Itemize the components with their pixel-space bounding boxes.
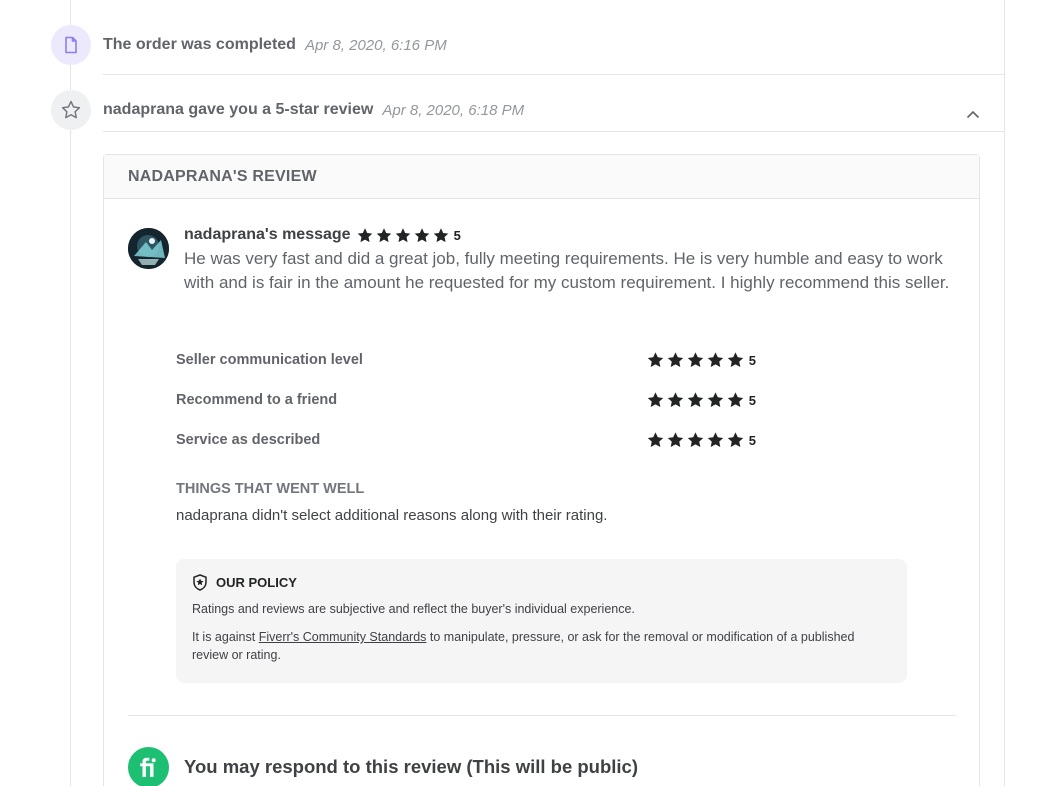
chevron-up-icon (966, 110, 980, 118)
review-card: NADAPRANA'S REVIEW nadaprana's message 5… (103, 154, 980, 786)
star-icon (414, 227, 429, 242)
rating-score: 5 (748, 392, 756, 408)
star-icon (667, 432, 683, 447)
rating-stars: 5 (646, 391, 756, 409)
policy-text: It is against Fiverr's Community Standar… (192, 628, 891, 664)
review-message-header: nadaprana's message 5 (184, 226, 461, 244)
rating-score: 5 (748, 352, 756, 368)
star-icon (707, 392, 723, 407)
star-outline-icon (51, 90, 91, 130)
avatar[interactable] (128, 228, 169, 269)
star-icon (687, 352, 703, 367)
star-icon (687, 432, 703, 447)
event-divider (103, 74, 1004, 75)
overall-stars (356, 227, 450, 244)
rating-label: Seller communication level (176, 352, 363, 368)
event-review-received: nadaprana gave you a 5-star review Apr 8… (51, 90, 524, 130)
event-order-completed: The order was completed Apr 8, 2020, 6:1… (51, 25, 447, 65)
rating-row-recommend: Recommend to a friend 5 (176, 391, 756, 409)
shield-star-icon (193, 574, 207, 591)
star-icon (395, 227, 410, 242)
respond-title: You may respond to this review (This wil… (184, 756, 638, 777)
event-title: The order was completed (103, 36, 296, 53)
star-icon (376, 227, 391, 242)
rating-row-service: Service as described 5 (176, 431, 756, 449)
review-author: nadaprana's message (184, 226, 351, 243)
went-well-text: nadaprana didn't select additional reaso… (176, 507, 608, 524)
went-well-title: THINGS THAT WENT WELL (176, 481, 365, 497)
star-icon (667, 392, 683, 407)
star-icon (727, 352, 743, 367)
policy-title: OUR POLICY (216, 575, 297, 590)
community-standards-link[interactable]: Fiverr's Community Standards (259, 630, 427, 644)
policy-box: OUR POLICY Ratings and reviews are subje… (176, 559, 907, 683)
rating-stars: 5 (646, 431, 756, 449)
fiverr-logo-icon (139, 757, 156, 777)
collapse-review-button[interactable] (962, 104, 984, 124)
event-title: nadaprana gave you a 5-star review (103, 101, 374, 118)
review-card-header: NADAPRANA'S REVIEW (104, 155, 979, 199)
document-icon (51, 25, 91, 65)
overall-score: 5 (453, 227, 461, 243)
rating-score: 5 (748, 432, 756, 448)
policy-header: OUR POLICY (192, 574, 891, 591)
card-divider (128, 715, 956, 716)
star-icon (357, 227, 372, 242)
event-time: Apr 8, 2020, 6:16 PM (304, 36, 447, 54)
event-divider (103, 131, 1004, 132)
fiverr-logo (128, 747, 169, 786)
star-icon (707, 432, 723, 447)
policy-text-part: It is against (192, 630, 259, 644)
panel-border (1004, 0, 1005, 786)
policy-text: Ratings and reviews are subjective and r… (192, 602, 635, 616)
review-card-title: NADAPRANA'S REVIEW (128, 167, 317, 185)
star-icon (647, 352, 663, 367)
star-icon (687, 392, 703, 407)
rating-row-communication: Seller communication level 5 (176, 351, 756, 369)
rating-stars: 5 (646, 351, 756, 369)
star-icon (647, 392, 663, 407)
event-time: Apr 8, 2020, 6:18 PM (382, 101, 525, 119)
star-icon (727, 432, 743, 447)
star-icon (647, 432, 663, 447)
rating-label: Service as described (176, 432, 321, 448)
star-icon (433, 227, 448, 242)
star-icon (667, 352, 683, 367)
star-icon (707, 352, 723, 367)
rating-label: Recommend to a friend (176, 392, 338, 408)
star-icon (727, 392, 743, 407)
review-message-text: He was very fast and did a great job, fu… (184, 249, 950, 292)
